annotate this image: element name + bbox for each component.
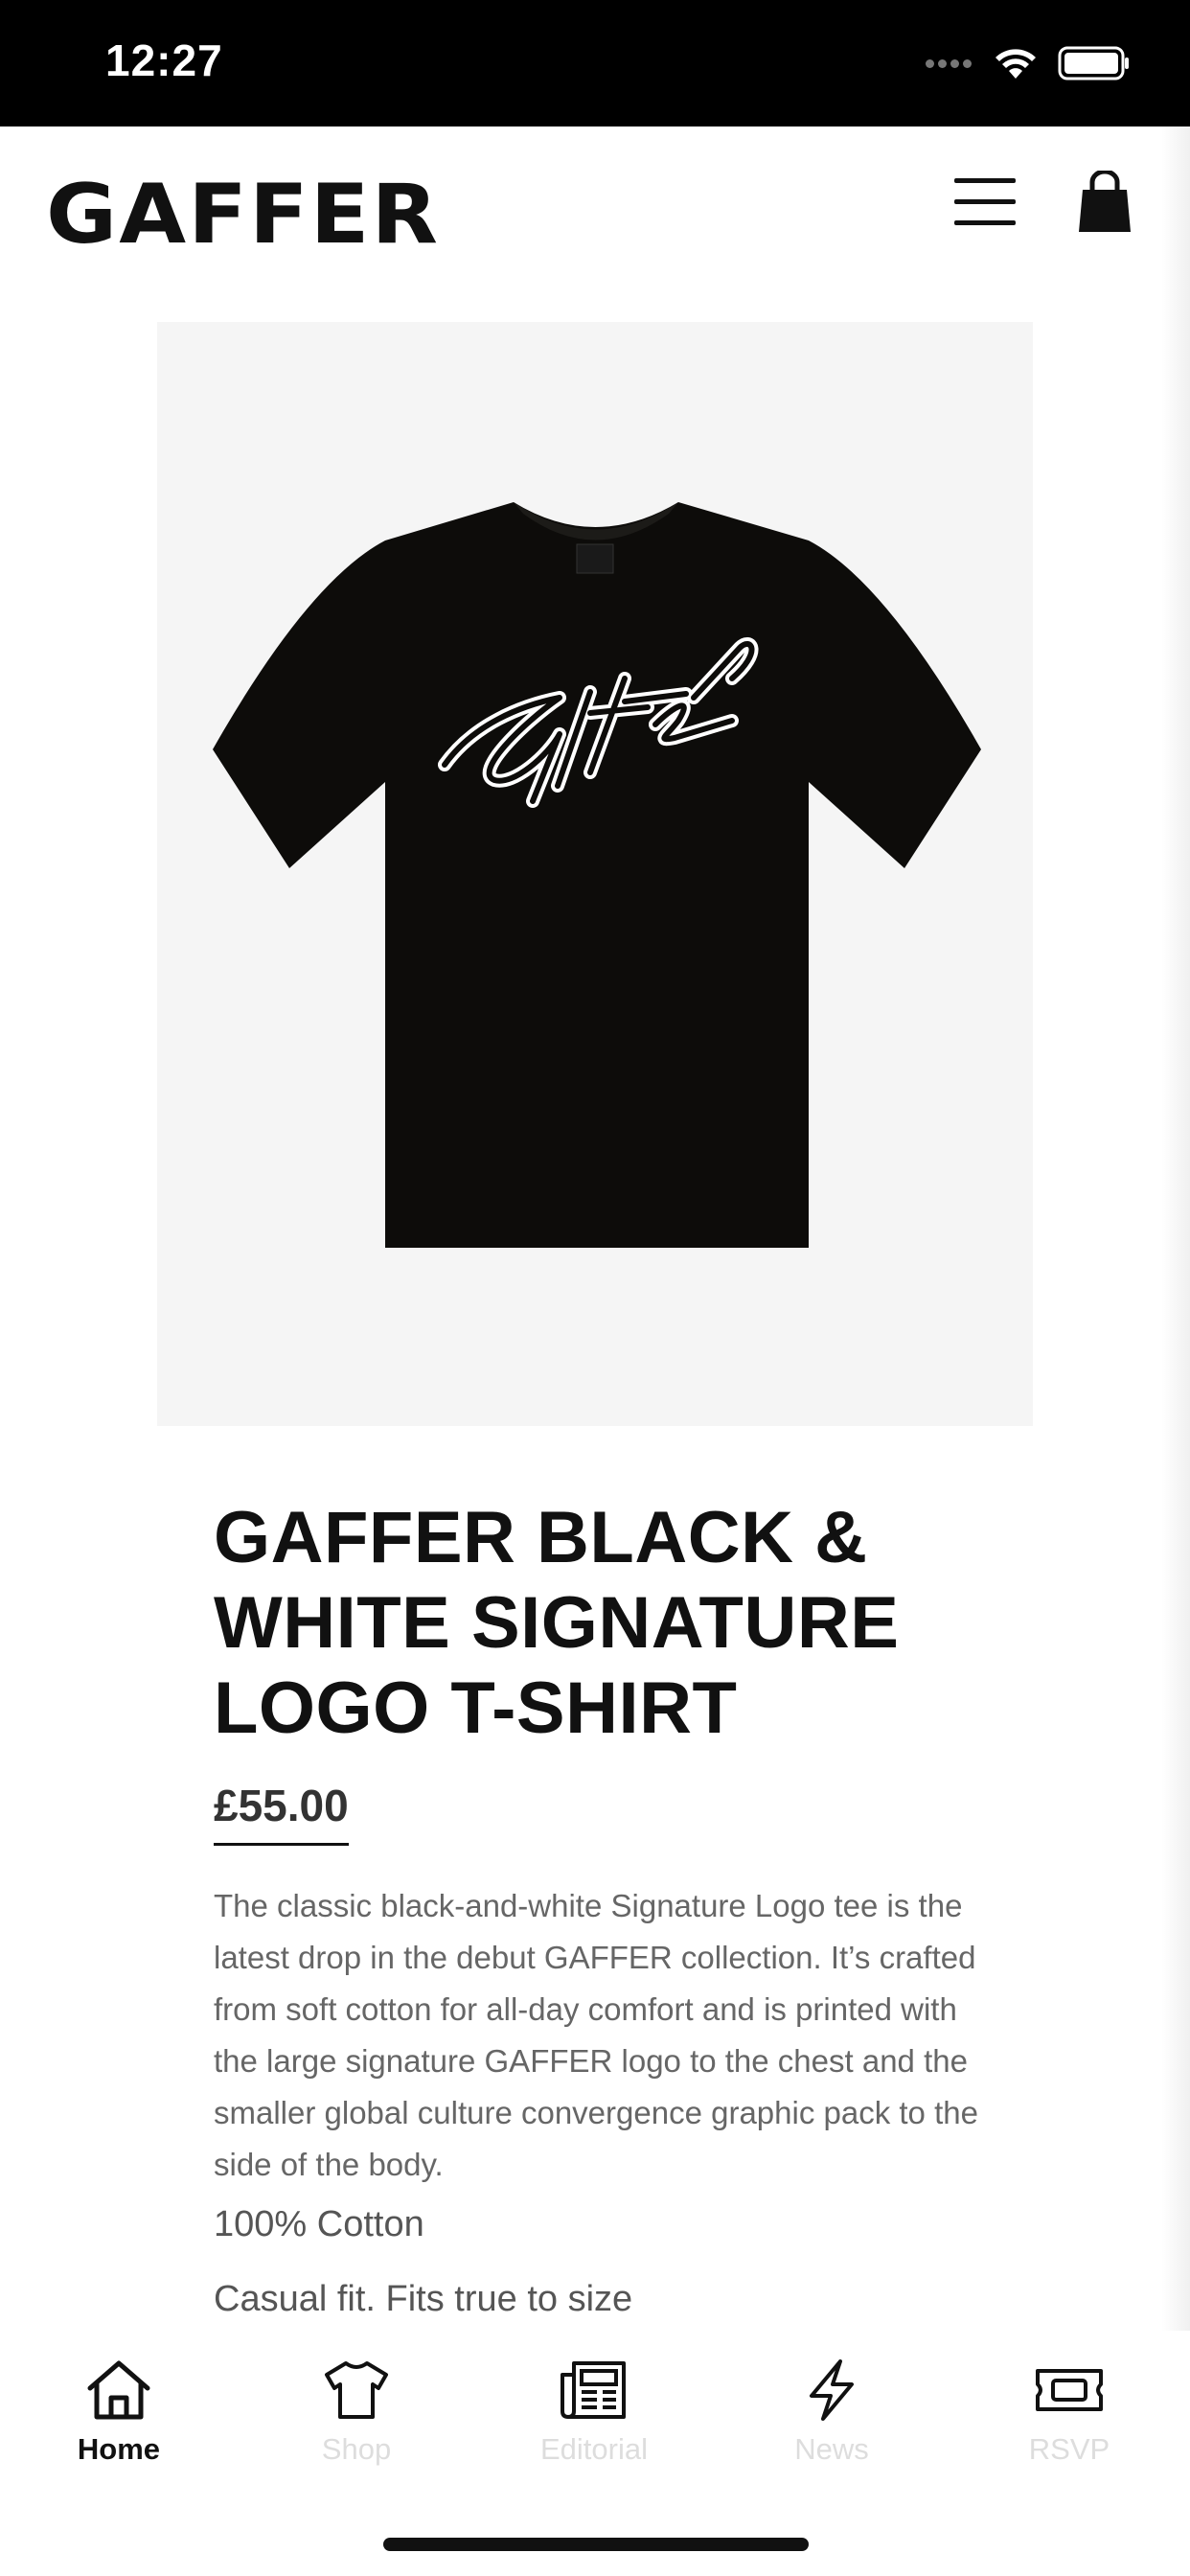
product-image[interactable] <box>157 322 1033 1426</box>
status-icons <box>926 42 1131 84</box>
tab-rsvp[interactable]: RSVP <box>973 2358 1165 2467</box>
home-indicator <box>383 2538 809 2551</box>
ticket-icon <box>1036 2369 1103 2411</box>
menu-button[interactable] <box>954 178 1016 232</box>
product-description: The classic black-and-white Signature Lo… <box>214 1888 978 2182</box>
tab-home[interactable]: Home <box>23 2358 215 2467</box>
product-material: 100% Cotton <box>214 2204 424 2244</box>
lightning-icon <box>810 2359 854 2421</box>
tab-editorial-label: Editorial <box>540 2432 648 2466</box>
home-icon <box>87 2360 150 2420</box>
tab-home-label: Home <box>77 2432 161 2466</box>
product-price: £55.00 <box>214 1780 349 1846</box>
status-time: 12:27 <box>105 35 223 85</box>
tab-news-label: News <box>794 2432 869 2466</box>
hamburger-menu-icon <box>954 178 1016 225</box>
brand-logo[interactable]: GAFFER <box>46 167 440 263</box>
edge-shadow <box>1161 126 1190 2331</box>
tab-news[interactable]: News <box>736 2358 927 2467</box>
cellular-signal-icon <box>926 58 972 68</box>
wifi-icon <box>995 49 1036 79</box>
cart-button[interactable] <box>1077 169 1133 234</box>
tshirt-icon <box>325 2361 388 2419</box>
app-header: GAFFER <box>0 126 1190 289</box>
tab-shop[interactable]: Shop <box>261 2358 452 2467</box>
product-fit: Casual fit. Fits true to size <box>214 2279 633 2319</box>
shopping-bag-icon <box>1079 169 1131 232</box>
tshirt-illustration <box>213 502 981 1248</box>
product-title: GAFFER BLACK & WHITE SIGNATURE LOGO T-SH… <box>214 1497 900 1749</box>
tab-shop-label: Shop <box>321 2432 392 2466</box>
tab-editorial[interactable]: Editorial <box>498 2358 690 2467</box>
product-info: GAFFER BLACK & WHITE SIGNATURE LOGO T-SH… <box>214 1495 999 2323</box>
battery-icon <box>1058 46 1129 80</box>
tab-rsvp-label: RSVP <box>1028 2432 1110 2466</box>
status-bar: 12:27 <box>0 0 1190 126</box>
newspaper-icon <box>561 2361 626 2419</box>
